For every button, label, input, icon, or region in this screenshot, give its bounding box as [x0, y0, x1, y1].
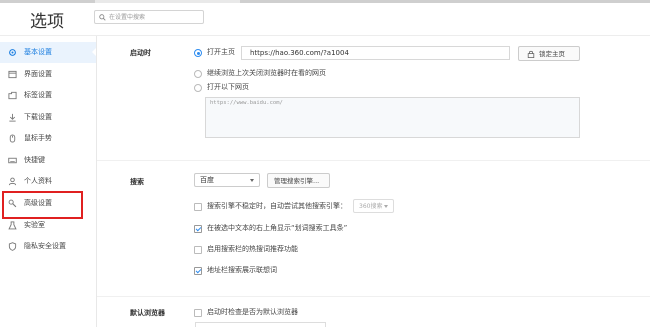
window-icon [8, 70, 17, 79]
cut-off-control [195, 322, 326, 327]
user-icon [8, 177, 17, 186]
sidebar-divider [96, 36, 97, 327]
lock-home-button[interactable]: 锁定主页 [518, 46, 580, 61]
open-pages-label: 打开以下网页 [207, 83, 249, 91]
sidebar-item-personal-data[interactable]: 个人资料 [0, 171, 96, 192]
search-section-label: 搜索 [130, 178, 144, 186]
manage-search-engines-button[interactable]: 管理搜索引擎... [267, 173, 330, 188]
fallback-engine-select[interactable]: 360搜索 [353, 199, 394, 213]
sidebar-item-label: 下载设置 [24, 113, 52, 121]
keyboard-icon [8, 157, 17, 164]
open-home-radio[interactable] [194, 49, 202, 57]
window-top-strip [0, 0, 650, 3]
search-icon [99, 14, 106, 21]
sidebar-item-label: 界面设置 [24, 70, 52, 78]
open-pages-radio[interactable] [194, 84, 202, 92]
home-url-input[interactable]: https://hao.360.com/?a1004 [241, 46, 510, 60]
default-browser-check-checkbox[interactable] [194, 309, 202, 317]
address-bar-suggest-checkbox[interactable] [194, 267, 202, 275]
section-divider [97, 296, 650, 297]
continue-session-label: 继续浏览上次关闭浏览器时在看的网页 [207, 69, 326, 77]
startup-pages-textarea[interactable]: https://www.baidu.com/ [205, 97, 580, 138]
header-divider [0, 35, 650, 36]
fallback-engine-label: 搜索引擎不稳定时，自动尝试其他搜索引擎： [207, 202, 347, 210]
search-engine-value: 百度 [200, 176, 214, 184]
search-engine-select[interactable]: 百度 [194, 173, 260, 187]
manage-search-engines-label: 管理搜索引擎... [274, 177, 320, 185]
sidebar-item-tab-settings[interactable]: 标签设置 [0, 85, 96, 106]
default-browser-section-label: 默认浏览器 [130, 309, 165, 317]
sidebar-item-download-settings[interactable]: 下载设置 [0, 107, 96, 128]
sidebar-item-label: 隐私安全设置 [24, 242, 66, 250]
hot-words-checkbox[interactable] [194, 246, 202, 254]
sidebar-item-label: 个人资料 [24, 177, 52, 185]
chevron-down-icon [384, 205, 388, 208]
top-strip-segment [0, 0, 95, 3]
shield-icon [8, 242, 17, 251]
flask-icon [8, 221, 17, 230]
download-icon [9, 113, 16, 122]
advanced-settings-highlight [2, 191, 83, 219]
selection-toolbar-checkbox[interactable] [194, 225, 202, 233]
settings-search-input[interactable]: 在设置中搜索 [94, 10, 204, 24]
selection-toolbar-label: 在被选中文本的右上角显示“划词搜索工具条” [207, 224, 348, 232]
sidebar-item-mouse-gestures[interactable]: 鼠标手势 [0, 128, 96, 149]
lock-home-label: 锁定主页 [539, 50, 565, 58]
sidebar-item-basic-settings[interactable]: 基本设置 [0, 42, 96, 63]
address-bar-suggest-label: 地址栏搜索展示联想词 [207, 266, 277, 274]
sidebar-item-privacy-security[interactable]: 隐私安全设置 [0, 236, 96, 257]
sidebar-item-label: 基本设置 [24, 48, 52, 56]
settings-icon [9, 49, 16, 56]
chevron-down-icon [250, 179, 254, 182]
startup-pages-placeholder: https://www.baidu.com/ [210, 100, 283, 106]
fallback-engine-checkbox[interactable] [194, 203, 202, 211]
fallback-engine-value: 360搜索 [359, 203, 383, 210]
hot-words-label: 启用搜索栏的热搜词推荐功能 [207, 245, 298, 253]
tab-icon [8, 91, 17, 100]
sidebar-item-label: 快捷键 [24, 156, 45, 164]
default-browser-check-label: 启动时检查是否为默认浏览器 [207, 308, 298, 316]
sidebar-item-shortcuts[interactable]: 快捷键 [0, 150, 96, 171]
continue-session-radio[interactable] [194, 70, 202, 78]
page-title: 选项 [30, 12, 64, 32]
open-home-label: 打开主页 [207, 48, 235, 56]
startup-section-label: 启动时 [130, 49, 151, 57]
top-strip-segment [240, 0, 650, 3]
sidebar-item-label: 标签设置 [24, 91, 52, 99]
sidebar: 基本设置 界面设置 标签设置 下载设置 鼠标手势 快捷键 个人资料 高级设置 实… [0, 36, 96, 327]
sidebar-item-label: 鼠标手势 [24, 134, 52, 142]
mouse-icon [9, 134, 16, 143]
section-divider [97, 160, 650, 161]
sidebar-item-interface-settings[interactable]: 界面设置 [0, 64, 96, 85]
home-url-value: https://hao.360.com/?a1004 [250, 49, 349, 57]
lock-icon [527, 50, 535, 58]
search-placeholder: 在设置中搜索 [109, 14, 146, 21]
